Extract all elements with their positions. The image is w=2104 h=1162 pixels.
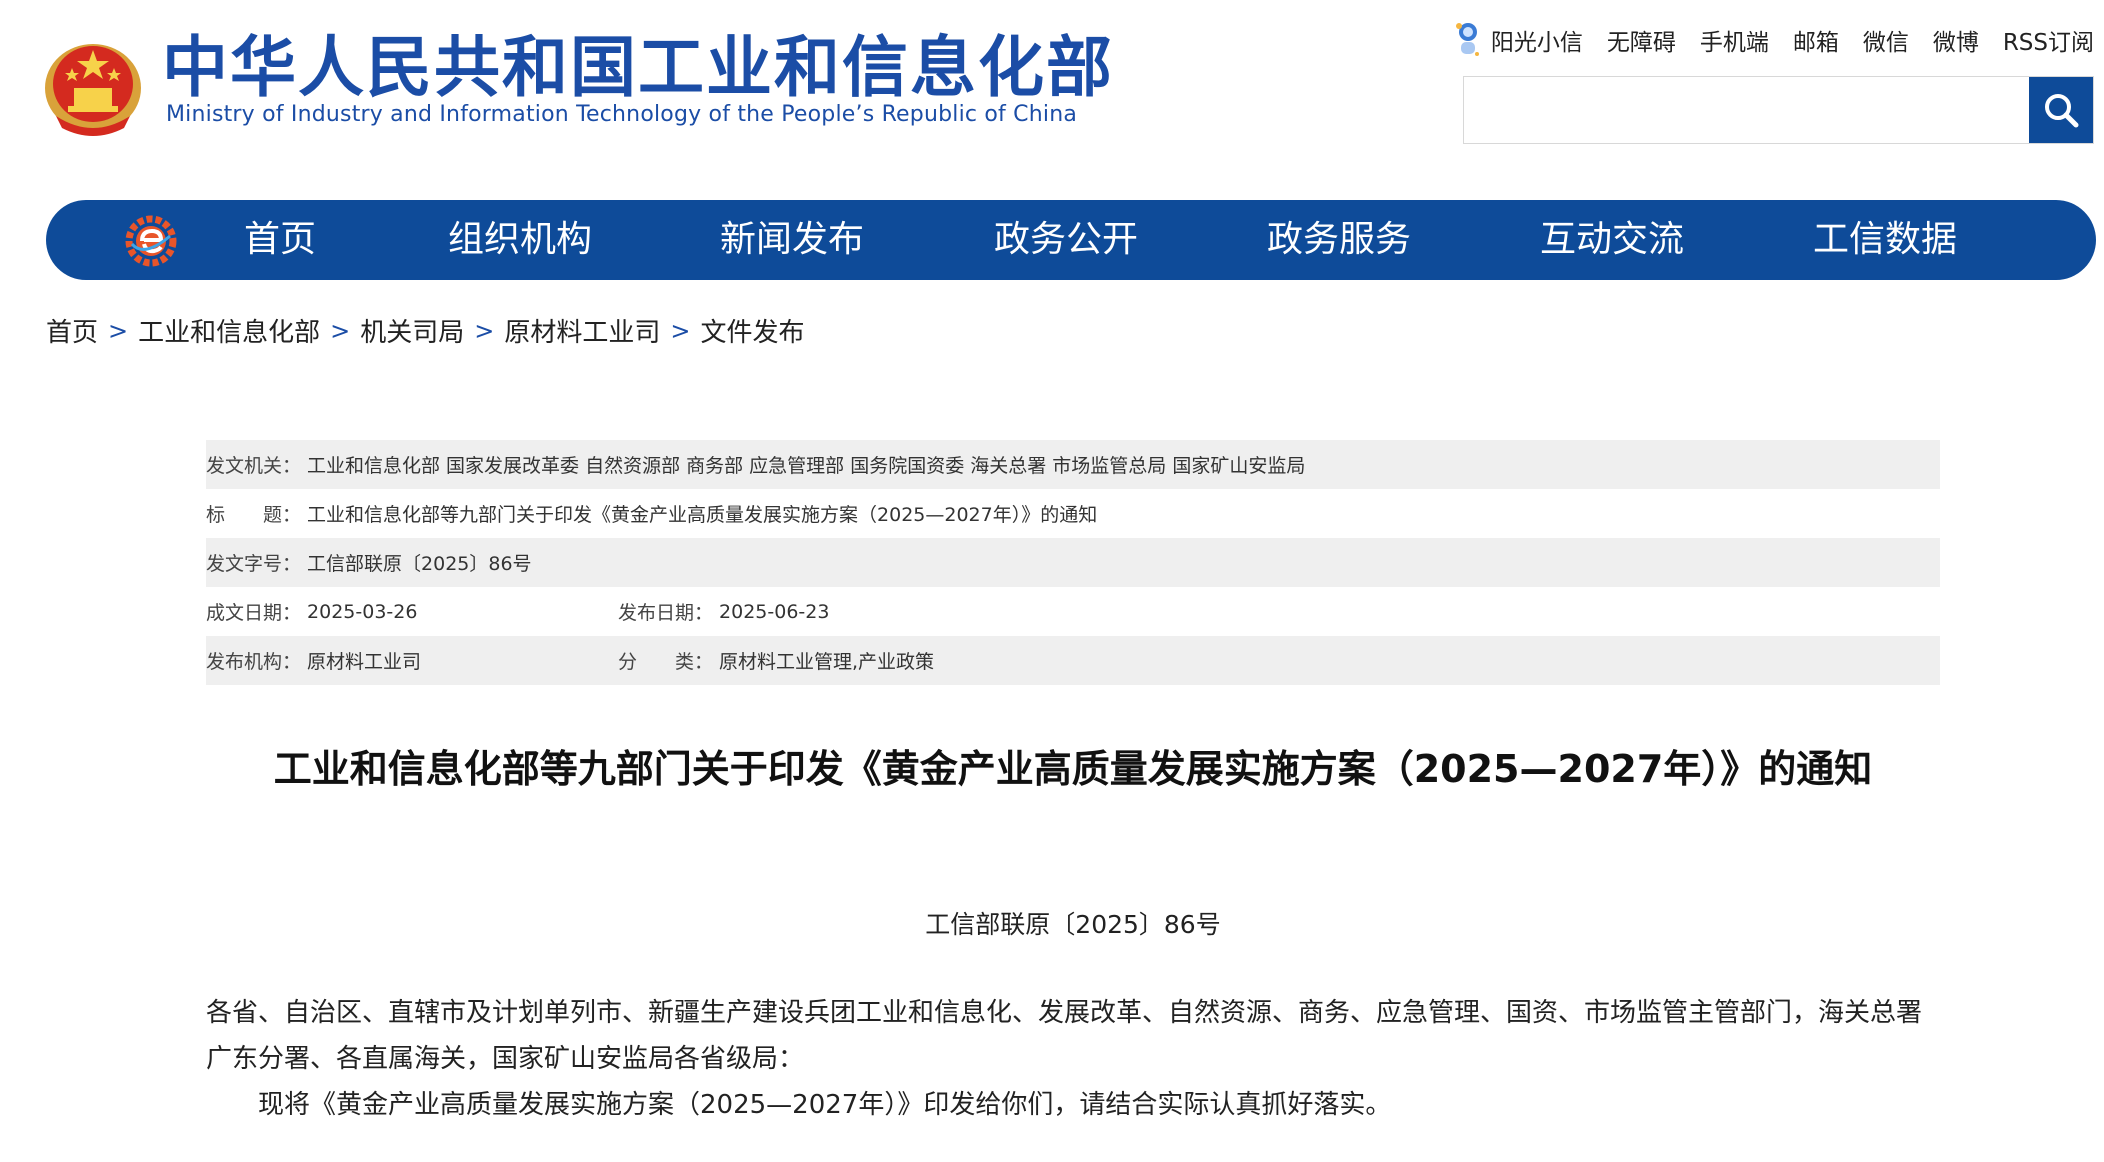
toplink-sunshine-xiaoxin[interactable]: 阳光小信 [1453, 20, 1583, 60]
meta-row-dates: 成文日期： 2025-03-26 发布日期： 2025-06-23 [206, 587, 1940, 636]
breadcrumb-documents[interactable]: 文件发布 [701, 312, 805, 349]
breadcrumb-separator: > [474, 316, 495, 345]
national-emblem-icon[interactable] [42, 28, 144, 136]
nav-item-interaction[interactable]: 互动交流 [1540, 200, 1684, 280]
robot-mascot-icon [1455, 23, 1479, 56]
meta-label: 发文机关： [206, 455, 302, 477]
site-subtitle: Ministry of Industry and Information Tec… [166, 102, 1078, 127]
nav-item-news[interactable]: 新闻发布 [720, 200, 864, 280]
meta-cell-date: 成文日期： 2025-03-26 [206, 598, 417, 625]
meta-cell-org: 发布机构： 原材料工业司 [206, 647, 421, 674]
toplink-label: 阳光小信 [1490, 30, 1583, 56]
search-box [1463, 76, 2094, 144]
meta-label: 发布日期： [618, 602, 714, 624]
meta-org: 原材料工业司 [307, 651, 422, 673]
search-input[interactable] [1464, 77, 2030, 143]
toplink-wechat[interactable]: 微信 [1863, 23, 1909, 57]
search-button[interactable] [2029, 77, 2093, 143]
breadcrumb: 首页 > 工业和信息化部 > 机关司局 > 原材料工业司 > 文件发布 [46, 312, 805, 349]
meta-docno: 工信部联原〔2025〕86号 [307, 553, 532, 575]
toplink-weibo[interactable]: 微博 [1933, 23, 1979, 57]
breadcrumb-raw-materials-dept[interactable]: 原材料工业司 [504, 312, 660, 349]
top-links: 阳光小信 无障碍 手机端 邮箱 微信 微博 RSS订阅 [1453, 20, 2094, 60]
meta-row-title: 标 题： 工业和信息化部等九部门关于印发《黄金产业高质量发展实施方案（2025—… [206, 489, 1940, 538]
meta-category: 原材料工业管理,产业政策 [719, 651, 935, 673]
toplink-rss[interactable]: RSS订阅 [2003, 23, 2094, 57]
document-metadata: 发文机关： 工业和信息化部 国家发展改革委 自然资源部 商务部 应急管理部 国务… [206, 440, 1940, 685]
article-doc-number: 工信部联原〔2025〕86号 [925, 910, 1221, 939]
meta-title: 工业和信息化部等九部门关于印发《黄金产业高质量发展实施方案（2025—2027年… [307, 504, 1098, 526]
article-title: 工业和信息化部等九部门关于印发《黄金产业高质量发展实施方案（2025—2027年… [273, 747, 1873, 791]
breadcrumb-separator: > [108, 316, 129, 345]
article-paragraph: 现将《黄金产业高质量发展实施方案（2025—2027年）》印发给你们，请结合实际… [258, 1090, 1392, 1120]
site-header: 中华人民共和国工业和信息化部 Ministry of Industry and … [0, 0, 2104, 190]
article-paragraph: 各省、自治区、直辖市及计划单列市、新疆生产建设兵团工业和信息化、发展改革、自然资… [206, 998, 1923, 1074]
meta-cell-pubdate: 发布日期： 2025-06-23 [618, 598, 829, 625]
breadcrumb-separator: > [330, 316, 351, 345]
nav-item-government-affairs[interactable]: 政务公开 [994, 200, 1138, 280]
breadcrumb-home[interactable]: 首页 [46, 312, 98, 349]
meta-label: 发文字号： [206, 553, 302, 575]
breadcrumb-ministry[interactable]: 工业和信息化部 [138, 312, 320, 349]
meta-cell-category: 分 类： 原材料工业管理,产业政策 [618, 647, 934, 674]
breadcrumb-departments[interactable]: 机关司局 [360, 312, 464, 349]
meta-row-org: 发布机构： 原材料工业司 分 类： 原材料工业管理,产业政策 [206, 636, 1940, 685]
breadcrumb-separator: > [670, 316, 691, 345]
main-nav: 首页 组织机构 新闻发布 政务公开 政务服务 互动交流 工信数据 [46, 200, 2096, 280]
nav-item-services[interactable]: 政务服务 [1267, 200, 1411, 280]
toplink-accessibility[interactable]: 无障碍 [1607, 23, 1676, 57]
meta-label: 发布机构： [206, 651, 302, 673]
e-gear-logo-icon[interactable] [124, 214, 178, 268]
nav-item-data[interactable]: 工信数据 [1813, 200, 1957, 280]
meta-pubdate: 2025-06-23 [719, 600, 830, 623]
meta-row-issuer: 发文机关： 工业和信息化部 国家发展改革委 自然资源部 商务部 应急管理部 国务… [206, 440, 1940, 489]
nav-item-organization[interactable]: 组织机构 [448, 200, 592, 280]
meta-row-docno: 发文字号： 工信部联原〔2025〕86号 [206, 538, 1940, 587]
search-icon [2045, 94, 2079, 128]
site-title[interactable]: 中华人民共和国工业和信息化部 [162, 30, 1114, 106]
meta-label: 标 题： [206, 504, 302, 526]
meta-label: 分 类： [618, 651, 714, 673]
toplink-mobile[interactable]: 手机端 [1700, 23, 1769, 57]
meta-issuer: 工业和信息化部 国家发展改革委 自然资源部 商务部 应急管理部 国务院国资委 海… [307, 455, 1306, 477]
toplink-mailbox[interactable]: 邮箱 [1793, 23, 1839, 57]
meta-label: 成文日期： [206, 602, 302, 624]
meta-date: 2025-03-26 [307, 600, 418, 623]
nav-item-home[interactable]: 首页 [244, 200, 316, 280]
